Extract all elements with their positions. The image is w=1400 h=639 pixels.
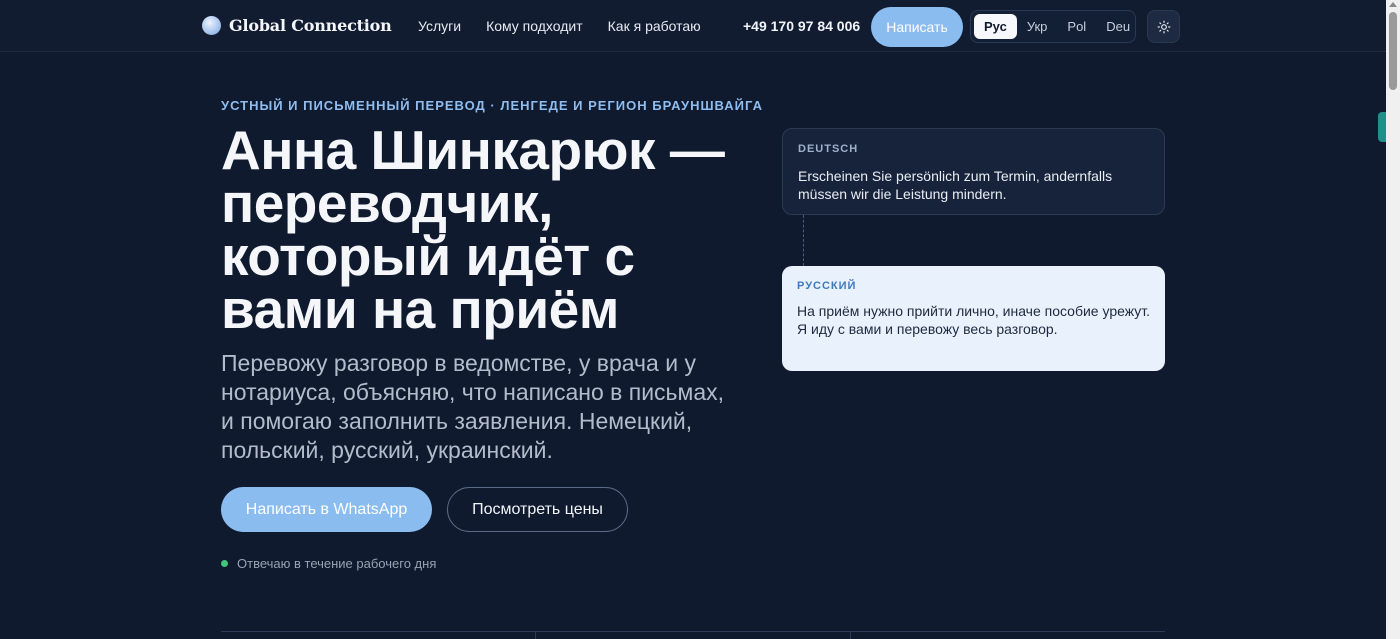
nav-link-audience[interactable]: Кому подходит <box>486 18 583 34</box>
lang-option-ru[interactable]: Рус <box>974 14 1017 39</box>
lang-option-uk[interactable]: Укр <box>1017 14 1058 39</box>
reply-note: Отвечаю в течение рабочего дня <box>221 556 436 571</box>
language-switcher: Рус Укр Pol Deu <box>970 10 1136 43</box>
divider-tick <box>850 631 851 639</box>
lang-option-pl[interactable]: Pol <box>1057 14 1096 39</box>
card-text: На приём нужно прийти лично, иначе пособ… <box>797 303 1151 337</box>
card-language-label: DEUTSCH <box>798 143 859 155</box>
theme-toggle-button[interactable] <box>1147 10 1180 43</box>
logo[interactable]: Global Connection <box>202 16 392 35</box>
side-tab-handle[interactable] <box>1378 112 1386 142</box>
translation-card-german: DEUTSCH Erscheinen Sie persönlich zum Te… <box>782 128 1165 215</box>
write-button[interactable]: Написать <box>871 7 963 47</box>
reply-note-text: Отвечаю в течение рабочего дня <box>237 556 437 571</box>
hero-lead: Перевожу разговор в ведомстве, у врача и… <box>221 350 725 463</box>
divider-tick <box>535 631 536 639</box>
scroll-thumb[interactable] <box>1389 12 1397 90</box>
page-title: Анна Шинкарюк — переводчик, который идёт… <box>221 119 725 340</box>
phone-link[interactable]: +49 170 97 84 006 <box>743 18 860 34</box>
scroll-up-arrow-icon[interactable] <box>1389 2 1397 7</box>
page-scrollbar[interactable] <box>1386 0 1400 639</box>
nav-link-services[interactable]: Услуги <box>418 18 461 34</box>
card-connector <box>803 215 804 266</box>
section-divider <box>221 631 1165 632</box>
logo-text: Global Connection <box>229 16 392 35</box>
site-header: Global Connection Услуги Кому подходит К… <box>0 0 1386 52</box>
card-text: Erscheinen Sie persönlich zum Termin, an… <box>798 168 1113 202</box>
lang-option-de[interactable]: Deu <box>1096 14 1140 39</box>
card-language-label: РУССКИЙ <box>797 280 857 292</box>
translation-card-russian: РУССКИЙ На приём нужно прийти лично, ина… <box>782 266 1165 371</box>
view-prices-button[interactable]: Посмотреть цены <box>447 487 628 532</box>
main-nav: Услуги Кому подходит Как я работаю <box>418 18 726 34</box>
globe-icon <box>202 16 221 35</box>
whatsapp-button[interactable]: Написать в WhatsApp <box>221 487 432 532</box>
nav-link-how-i-work[interactable]: Как я работаю <box>608 18 701 34</box>
status-dot-icon <box>221 560 228 567</box>
sun-icon <box>1157 20 1170 33</box>
hero-eyebrow: УСТНЫЙ И ПИСЬМЕННЫЙ ПЕРЕВОД · ЛЕНГЕДЕ И … <box>221 98 763 113</box>
